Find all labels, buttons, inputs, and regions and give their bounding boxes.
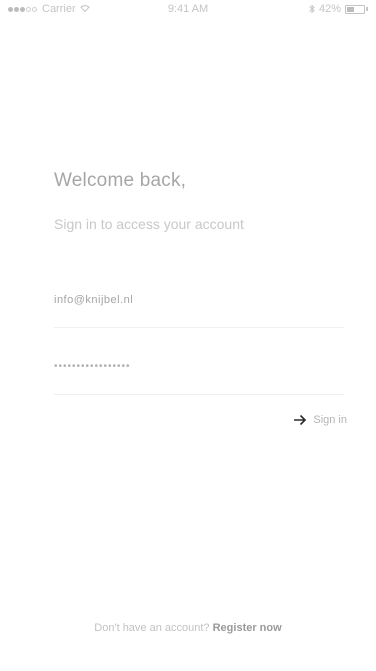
bluetooth-icon [309,4,315,14]
register-prompt: Don't have an account? Register now [0,622,376,634]
register-link[interactable]: Register now [213,622,282,634]
battery-nub [366,7,368,11]
status-right: 42% [309,3,368,15]
password-field-container [54,354,344,395]
status-bar: Carrier 9:41 AM 42% [0,0,376,20]
battery-fill [347,6,354,12]
arrow-right-icon [294,414,307,426]
page-title: Welcome back, [54,170,187,191]
email-field[interactable] [54,294,344,306]
page-subtitle: Sign in to access your account [54,216,244,232]
sign-in-label: Sign in [313,414,347,426]
battery-percent: 42% [318,3,341,15]
register-prompt-text: Don't have an account? [94,622,210,634]
sign-in-button[interactable]: Sign in [293,414,347,426]
battery-icon [345,4,365,14]
email-field-container [54,287,344,328]
password-field[interactable] [54,361,344,372]
